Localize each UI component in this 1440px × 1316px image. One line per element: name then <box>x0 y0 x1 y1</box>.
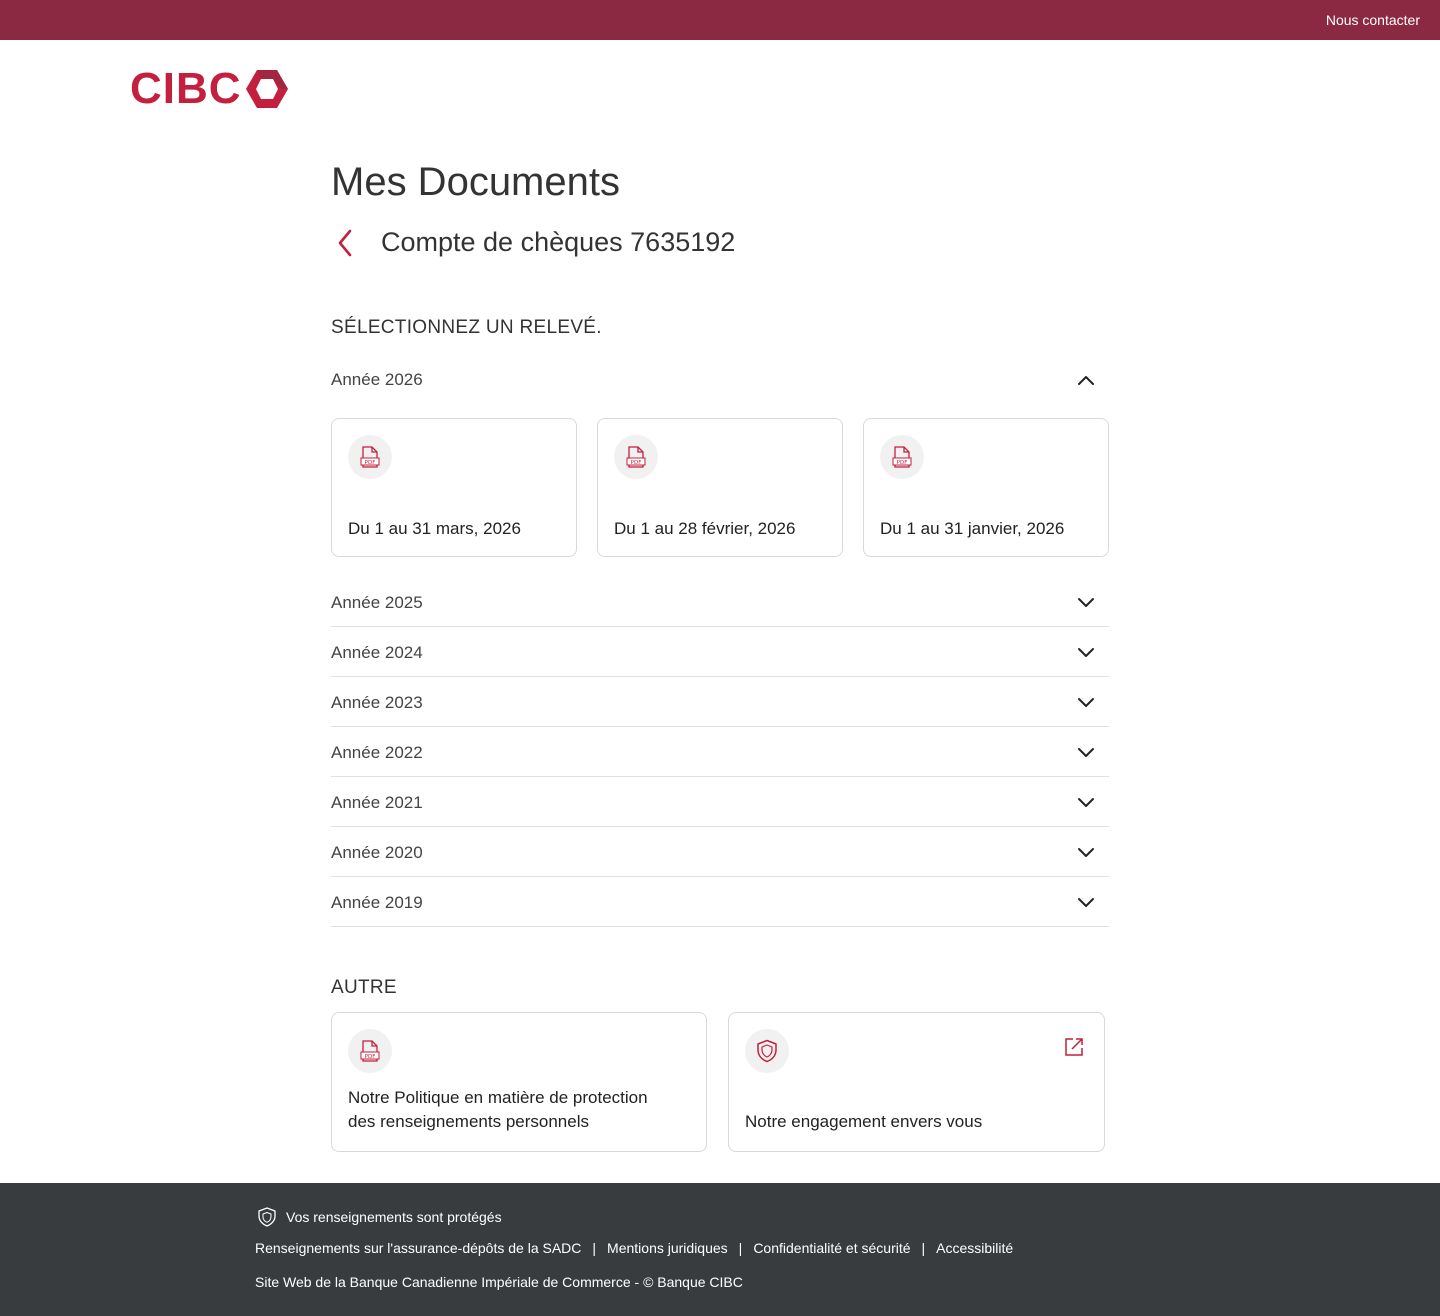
chevron-down-icon <box>1078 698 1094 707</box>
chevron-down-icon <box>1078 748 1094 757</box>
year-accordion-label: Année 2024 <box>331 643 423 662</box>
pdf-icon-wrapper: PDF <box>348 435 392 479</box>
svg-text:PDF: PDF <box>631 460 642 466</box>
commitment-card[interactable]: Notre engagement envers vous <box>728 1012 1105 1152</box>
cibc-diamond-icon <box>245 70 288 108</box>
chevron-down-icon <box>1078 598 1094 607</box>
privacy-policy-label: Notre Politique en matière de protection… <box>348 1088 648 1131</box>
link-separator: | <box>921 1240 926 1256</box>
year-accordion-label: Année 2019 <box>331 893 423 912</box>
footer: Vos renseignements sont protégés Renseig… <box>0 1183 1440 1316</box>
year-accordion-2019[interactable]: Année 2019 <box>331 877 1109 927</box>
shield-icon-wrapper <box>745 1029 789 1073</box>
logo-text: CIBC <box>130 64 242 113</box>
footer-link-legal[interactable]: Mentions juridiques <box>607 1240 728 1256</box>
year-accordion-2025[interactable]: Année 2025 <box>331 577 1109 627</box>
other-section-heading: AUTRE <box>331 977 397 998</box>
year-accordion-label: Année 2020 <box>331 843 423 862</box>
statement-card-label: Du 1 au 28 février, 2026 <box>614 519 796 538</box>
year-accordion-label: Année 2026 <box>331 370 423 389</box>
chevron-down-icon <box>1078 848 1094 857</box>
footer-link-privacy[interactable]: Confidentialité et sécurité <box>753 1240 910 1256</box>
year-accordion-list: Année 2025 Année 2024 Année 2023 Année 2… <box>331 577 1109 927</box>
pdf-icon-wrapper: PDF <box>614 435 658 479</box>
svg-text:PDF: PDF <box>365 1054 376 1060</box>
year-accordion-2022[interactable]: Année 2022 <box>331 727 1109 777</box>
pdf-icon: PDF <box>360 446 380 468</box>
chevron-down-icon <box>1078 898 1094 907</box>
year-accordion-2020[interactable]: Année 2020 <box>331 827 1109 877</box>
year-accordion-2024[interactable]: Année 2024 <box>331 627 1109 677</box>
year-accordion-label: Année 2025 <box>331 593 423 612</box>
cibc-logo[interactable]: CIBC <box>130 64 288 113</box>
chevron-down-icon <box>1078 648 1094 657</box>
link-separator: | <box>738 1240 743 1256</box>
pdf-icon-wrapper: PDF <box>348 1029 392 1073</box>
year-accordion-label: Année 2023 <box>331 693 423 712</box>
privacy-policy-card[interactable]: PDF Notre Politique en matière de protec… <box>331 1012 707 1152</box>
account-title: Compte de chèques 7635192 <box>381 227 736 257</box>
footer-link-cdic[interactable]: Renseignements sur l'assurance-dépôts de… <box>255 1240 581 1256</box>
link-separator: | <box>592 1240 597 1256</box>
footer-link-accessibility[interactable]: Accessibilité <box>936 1240 1013 1256</box>
year-accordion-2023[interactable]: Année 2023 <box>331 677 1109 727</box>
statement-card[interactable]: PDF Du 1 au 28 février, 2026 <box>597 418 843 557</box>
pdf-icon-wrapper: PDF <box>880 435 924 479</box>
statement-card-label: Du 1 au 31 janvier, 2026 <box>880 519 1065 538</box>
year-accordion-label: Année 2022 <box>331 743 423 762</box>
statements-section-heading: SÉLECTIONNEZ UN RELEVÉ. <box>331 317 602 338</box>
pdf-icon: PDF <box>360 1040 380 1062</box>
copyright: Site Web de la Banque Canadienne Impéria… <box>255 1274 743 1290</box>
protected-notice: Vos renseignements sont protégés <box>258 1207 502 1227</box>
svg-text:PDF: PDF <box>365 460 376 466</box>
year-accordion-2026[interactable]: Année 2026 <box>331 362 1109 398</box>
page-title: Mes Documents <box>331 160 620 204</box>
protected-label: Vos renseignements sont protégés <box>286 1209 502 1225</box>
footer-links: Renseignements sur l'assurance-dépôts de… <box>255 1240 1013 1256</box>
pdf-icon: PDF <box>626 446 646 468</box>
statement-cards: PDF Du 1 au 31 mars, 2026 PDF Du 1 au 28… <box>331 418 1109 558</box>
chevron-up-icon <box>1078 376 1094 385</box>
statement-card[interactable]: PDF Du 1 au 31 mars, 2026 <box>331 418 577 557</box>
shield-icon <box>258 1207 276 1227</box>
statement-card-label: Du 1 au 31 mars, 2026 <box>348 519 521 538</box>
svg-text:PDF: PDF <box>897 460 908 466</box>
year-accordion-2021[interactable]: Année 2021 <box>331 777 1109 827</box>
year-accordion-label: Année 2021 <box>331 793 423 812</box>
statement-card[interactable]: PDF Du 1 au 31 janvier, 2026 <box>863 418 1109 557</box>
chevron-down-icon <box>1078 798 1094 807</box>
external-link-icon <box>1065 1038 1083 1056</box>
shield-icon <box>757 1039 777 1063</box>
commitment-label: Notre engagement envers vous <box>745 1112 983 1131</box>
back-chevron-icon[interactable] <box>334 228 358 258</box>
pdf-icon: PDF <box>892 446 912 468</box>
contact-link[interactable]: Nous contacter <box>1326 12 1420 28</box>
top-bar: Nous contacter <box>0 0 1440 40</box>
